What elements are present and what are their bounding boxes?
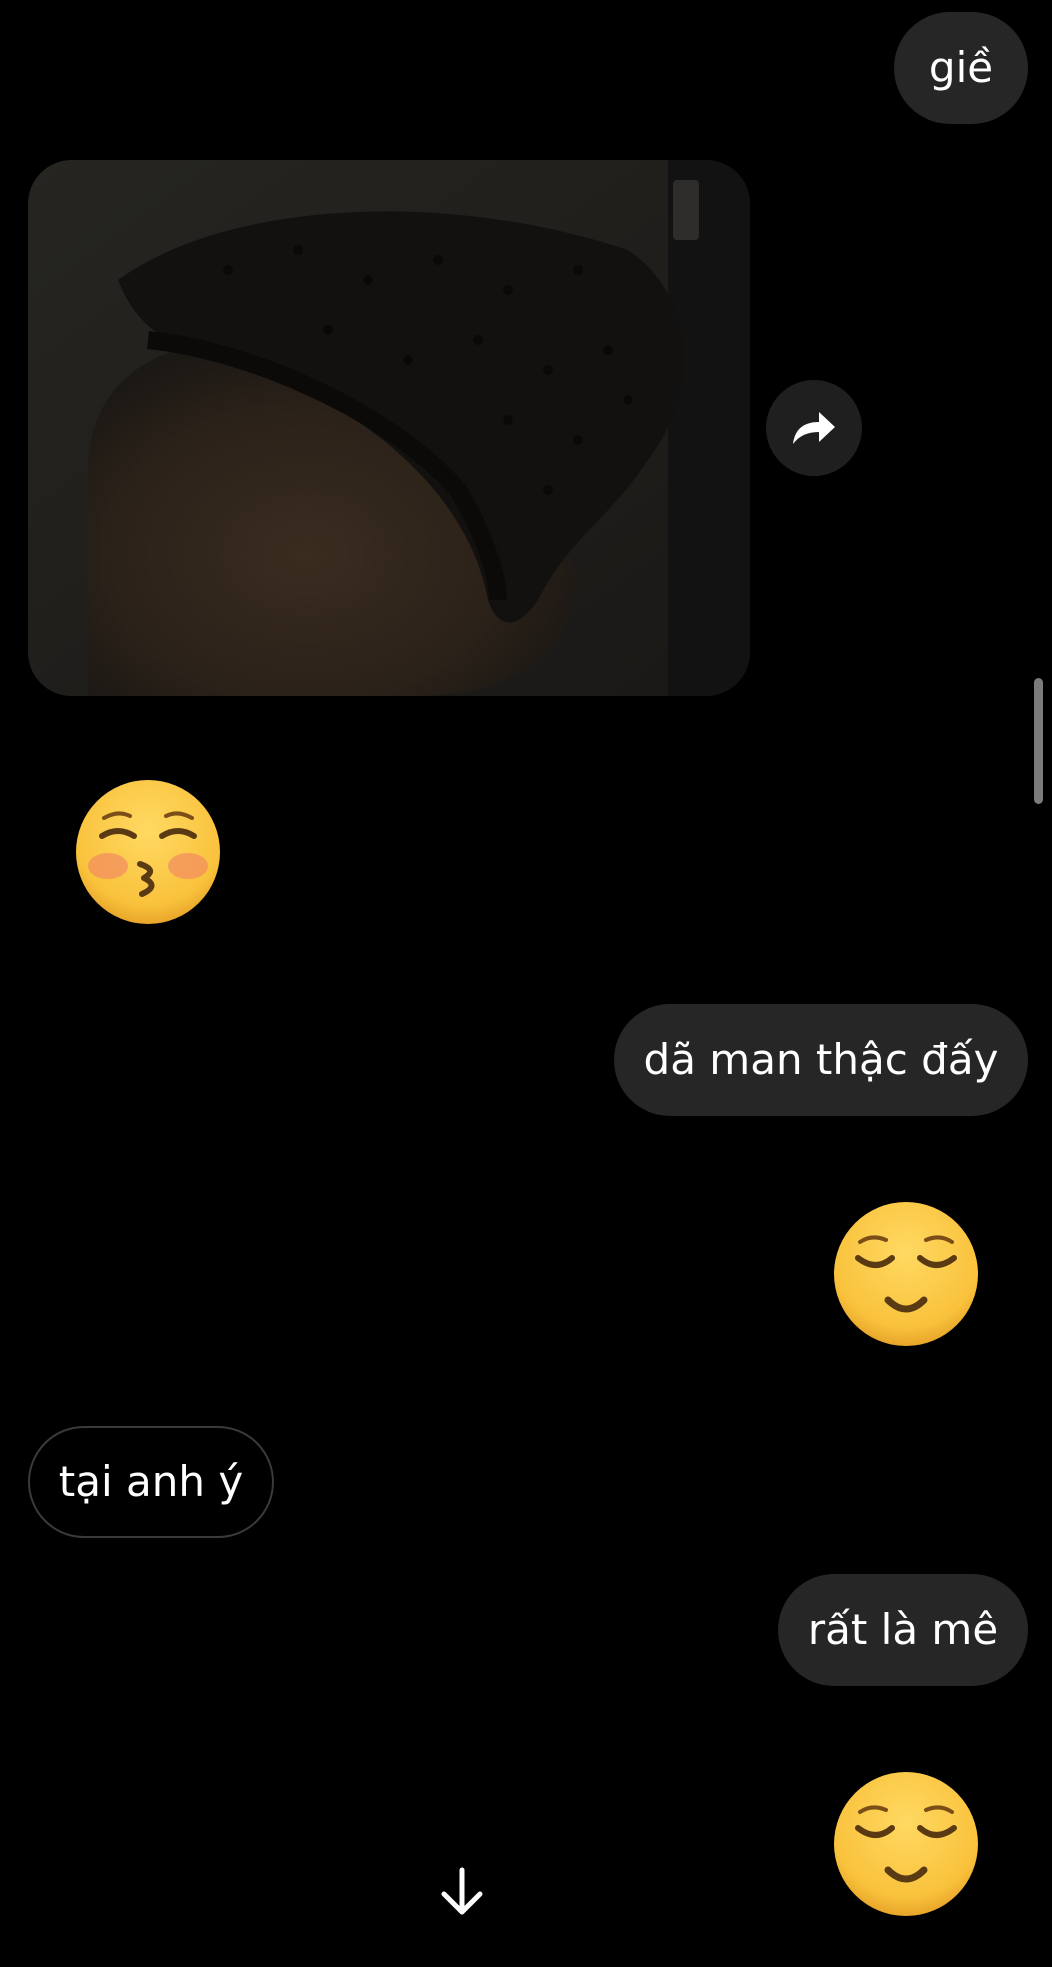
message-text: giề bbox=[928, 43, 994, 92]
relieved-face-icon bbox=[834, 1772, 978, 1916]
scrollbar-thumb[interactable] bbox=[1034, 678, 1043, 804]
share-arrow-icon bbox=[793, 412, 835, 444]
scroll-to-bottom-button[interactable] bbox=[430, 1860, 494, 1924]
message-bubble-sent[interactable]: rất là mê bbox=[778, 1574, 1028, 1686]
relieved-face-icon bbox=[834, 1202, 978, 1346]
arrow-down-icon bbox=[441, 1867, 483, 1915]
emoji-message-sent[interactable] bbox=[832, 1770, 980, 1918]
emoji-message-sent[interactable] bbox=[832, 1200, 980, 1348]
message-bubble-sent[interactable]: dã man thậc đấy bbox=[614, 1004, 1028, 1116]
message-text: rất là mê bbox=[807, 1605, 999, 1654]
message-text: dã man thậc đấy bbox=[643, 1035, 999, 1084]
message-bubble-received[interactable]: tại anh ý bbox=[28, 1426, 274, 1538]
kissing-face-with-closed-eyes-icon bbox=[76, 780, 220, 924]
message-bubble-sent[interactable]: giề bbox=[894, 12, 1028, 124]
message-text: tại anh ý bbox=[58, 1457, 244, 1506]
share-button[interactable] bbox=[766, 380, 862, 476]
photo-message[interactable] bbox=[28, 160, 750, 696]
photo-image bbox=[28, 160, 750, 696]
emoji-message-received[interactable] bbox=[74, 778, 222, 926]
